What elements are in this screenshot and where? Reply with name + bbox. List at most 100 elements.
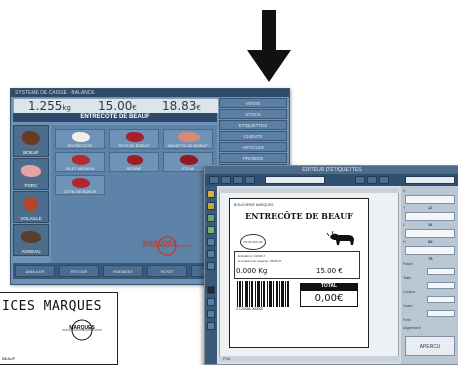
tile-rosbif[interactable]: ROSBIF <box>109 152 159 172</box>
prop-field-color[interactable] <box>427 296 455 303</box>
printed-label-snippet: ICES MARQUES MARQUES BEAUF <box>0 292 118 365</box>
bottom-button-ticket[interactable]: TICKET <box>147 265 187 277</box>
meat-icon <box>178 132 200 142</box>
meat-icon <box>72 132 90 142</box>
editor-status-bar: Prêt <box>219 356 399 362</box>
underline-icon[interactable] <box>379 176 389 184</box>
tile-label: ROSBIF <box>126 166 142 171</box>
best-before-date: A consommer jusqu'au: 05/01/17 <box>238 259 282 263</box>
logo-text: MARQUES <box>143 241 178 247</box>
image-tool-icon[interactable] <box>207 214 215 222</box>
print-icon[interactable] <box>245 176 255 184</box>
tile-label: ENTRECOTE <box>67 143 93 148</box>
tile-label: FILET MIGNON <box>65 166 95 171</box>
zoom-select[interactable] <box>405 176 455 184</box>
save-icon[interactable] <box>233 176 243 184</box>
prop-label-x: X <box>403 189 406 193</box>
category-porc[interactable]: PORC <box>13 158 49 190</box>
label-header: BOUCHERIE MARQUES <box>234 203 274 207</box>
total-header: TOTAL <box>300 283 358 290</box>
prop-label-h: H <box>403 240 406 244</box>
align-tool-icon[interactable] <box>207 298 215 306</box>
barcode-icon <box>237 281 289 307</box>
right-button-vente[interactable]: VENTE <box>219 98 287 108</box>
preview-button[interactable]: APERCU <box>405 336 455 356</box>
lamb-icon <box>21 231 41 243</box>
italic-icon[interactable] <box>367 176 377 184</box>
scale-display: 1.255kg 15.00€ 18.83€ <box>13 98 219 114</box>
right-button-clients[interactable]: CLIENTS <box>219 131 287 141</box>
prop-field-x[interactable]: 12 <box>405 195 455 210</box>
prop-label-l: L <box>403 223 405 227</box>
prop-label-align: Alignement <box>403 326 421 330</box>
prop-field-l[interactable]: 56 <box>405 229 455 244</box>
bottom-button-annuler[interactable]: ANNULER <box>15 265 55 277</box>
right-button-stock[interactable]: STOCK <box>219 109 287 119</box>
ellipse-tool-icon[interactable] <box>207 250 215 258</box>
tile-entrecote[interactable]: ENTRECOTE <box>55 129 105 149</box>
layer-tool-icon[interactable] <box>207 310 215 318</box>
category-label: BOEUF <box>23 150 39 155</box>
prop-label-y: Y <box>403 206 406 210</box>
rect-tool-icon[interactable] <box>207 238 215 246</box>
pos-titlebar: SYSTEME DE CAISSE - BALANCE <box>11 89 289 97</box>
meat-icon <box>126 132 144 142</box>
editor-left-tools <box>205 186 217 364</box>
tile-bavette[interactable]: BAVETTE DE BOEUF <box>163 129 213 149</box>
barcode-tool-icon[interactable] <box>207 226 215 234</box>
tile-label: COTE DE BOEUF <box>63 189 97 194</box>
prop-value: 56 <box>428 239 433 244</box>
label-weight: 0.000 Kg <box>236 267 268 275</box>
fill-tool-icon[interactable] <box>207 286 215 294</box>
packed-date: Emballé le: 01/01/17 <box>238 254 266 258</box>
pig-icon <box>21 165 41 177</box>
open-icon[interactable] <box>221 176 231 184</box>
snippet-logo-text: MARQUES <box>69 325 95 331</box>
line-tool-icon[interactable] <box>207 202 215 210</box>
tile-filet[interactable]: FILET MIGNON <box>55 152 105 172</box>
grid-tool-icon[interactable] <box>207 322 215 330</box>
meat-icon <box>72 178 90 188</box>
prop-field-size[interactable] <box>427 282 455 289</box>
snippet-footer: BEAUF <box>2 356 16 361</box>
category-boeuf[interactable]: BOEUF <box>13 125 49 157</box>
prop-field-y[interactable]: 34 <box>405 212 455 227</box>
prop-field-frame[interactable] <box>427 310 455 317</box>
right-button-articles[interactable]: ARTICLES <box>219 142 287 152</box>
prop-value: 12 <box>428 205 433 210</box>
chicken-icon <box>24 197 38 211</box>
tile-label: ROTI DE BOEUF <box>118 143 150 148</box>
bull-icon <box>326 230 354 245</box>
prop-field-h[interactable]: 78 <box>405 246 455 261</box>
properties-panel: X 12 Y 34 L 56 H 78 Police Taille Couleu… <box>401 186 458 364</box>
marques-logo: MARQUES <box>135 235 199 257</box>
category-agneau[interactable]: AGNEAU <box>13 224 49 256</box>
right-button-promos[interactable]: PROMOS <box>219 153 287 163</box>
bottom-button-retour[interactable]: RETOUR <box>59 265 99 277</box>
category-label: VOLAILLE <box>20 216 42 221</box>
category-volaille[interactable]: VOLAILLE <box>13 191 49 223</box>
barcode-number: 2 123456 000000 <box>236 307 264 311</box>
tile-cote[interactable]: COTE DE BOEUF <box>55 175 105 195</box>
new-icon[interactable] <box>209 176 219 184</box>
meat-icon <box>72 155 90 165</box>
field-tool-icon[interactable] <box>207 262 215 270</box>
beef-icon <box>22 131 40 145</box>
bold-icon[interactable] <box>355 176 365 184</box>
horizontal-ruler <box>219 188 399 193</box>
snippet-title: ICES MARQUES <box>2 299 102 314</box>
tile-label: BAVETTE DE BOEUF <box>168 143 208 148</box>
product-label[interactable]: BOUCHERIE MARQUES ENTRECÔTE DE BEAUF FR … <box>229 198 369 348</box>
right-button-etiquettes[interactable]: ETIQUETTES <box>219 120 287 130</box>
product-name: ENTRECÔTE DE BEAUF <box>13 113 217 122</box>
prop-field-font[interactable] <box>427 268 455 275</box>
text-tool-icon[interactable] <box>207 190 215 198</box>
prop-value: 34 <box>428 222 433 227</box>
arrow-head-icon <box>247 50 291 82</box>
bottom-button-paiement[interactable]: PAIEMENT <box>103 265 143 277</box>
label-editor-window: ÉDITEUR D'ÉTIQUETTES BOUCHERIE MARQUES E… <box>204 165 458 365</box>
category-label: AGNEAU <box>21 249 41 254</box>
font-select[interactable] <box>265 176 325 184</box>
prop-label-bg: Fond <box>403 318 411 322</box>
tile-roti[interactable]: ROTI DE BOEUF <box>109 129 159 149</box>
